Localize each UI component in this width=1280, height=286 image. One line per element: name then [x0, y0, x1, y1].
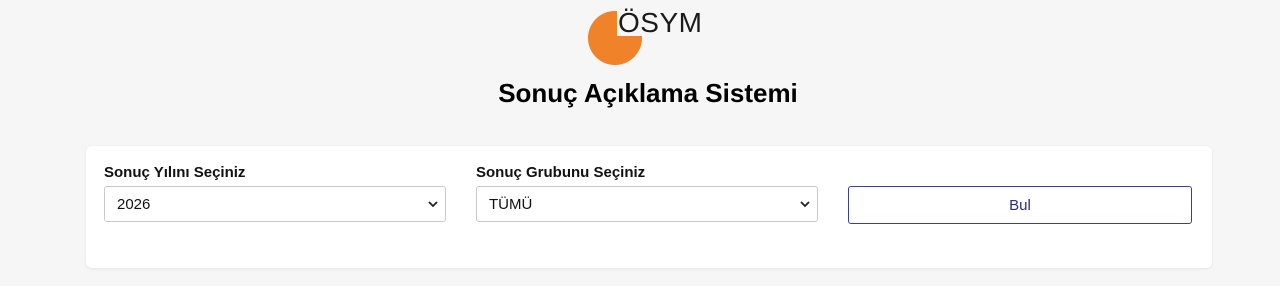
- page-title: Sonuç Açıklama Sistemi: [498, 78, 798, 108]
- group-field: Sonuç Grubunu Seçiniz TÜMÜ: [476, 164, 818, 222]
- year-select[interactable]: 2026: [104, 186, 446, 222]
- search-form-card: Sonuç Yılını Seçiniz 2026 Sonuç Grubunu …: [86, 146, 1212, 268]
- group-label: Sonuç Grubunu Seçiniz: [476, 164, 646, 181]
- osym-logo: ÖSYM: [588, 7, 718, 65]
- logo-text: ÖSYM: [618, 7, 703, 38]
- chevron-down-icon: [800, 201, 810, 208]
- group-select-value: TÜMÜ: [489, 196, 533, 213]
- search-button[interactable]: Bul: [848, 186, 1192, 224]
- group-select[interactable]: TÜMÜ: [476, 186, 818, 222]
- year-field: Sonuç Yılını Seçiniz 2026: [104, 164, 446, 222]
- year-label: Sonuç Yılını Seçiniz: [104, 164, 246, 181]
- chevron-down-icon: [428, 201, 438, 208]
- year-select-value: 2026: [117, 196, 151, 213]
